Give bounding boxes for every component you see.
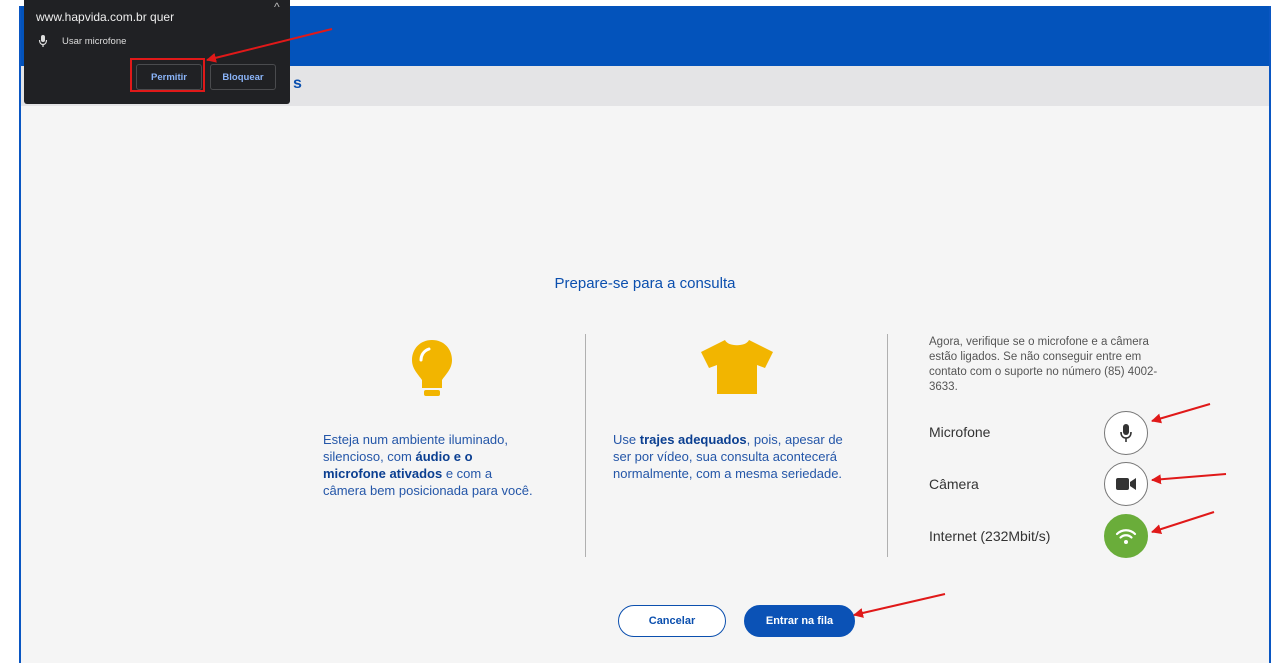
- arrow-camera: [1151, 473, 1227, 485]
- annotation-arrows: [206, 28, 1227, 618]
- arrow-microphone: [1151, 403, 1211, 424]
- arrow-allow: [206, 28, 333, 63]
- arrow-enter: [853, 593, 946, 618]
- arrow-internet: [1151, 511, 1215, 534]
